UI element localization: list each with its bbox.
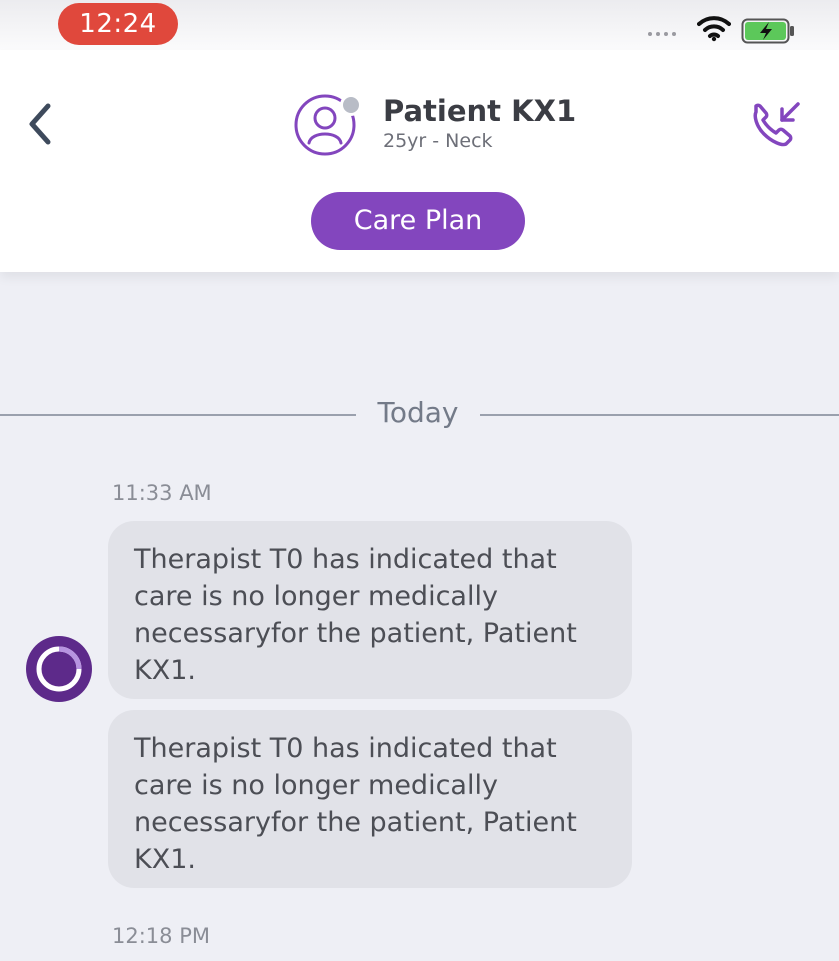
presence-indicator [340,94,362,116]
divider-line [0,414,356,416]
patient-details: 25yr - Neck [383,130,493,152]
conversation-header: Patient KX1 25yr - Neck Care Plan [0,50,839,272]
status-time[interactable]: 12:24 [58,3,178,45]
cellular-signal-icon [648,32,676,36]
date-divider: Today [0,390,839,440]
patient-name: Patient KX1 [383,94,577,128]
back-button[interactable] [22,98,58,150]
message-bubble[interactable]: Therapist T0 has indicated that care is … [108,521,632,699]
message-timestamp: 11:33 AM [112,481,212,505]
wifi-icon [697,16,731,42]
care-plan-button[interactable]: Care Plan [311,192,525,250]
app-logo-icon [26,636,92,702]
divider-line [480,414,839,416]
message-bubble[interactable]: Therapist T0 has indicated that care is … [108,710,632,888]
message-timestamp: 12:18 PM [112,924,210,948]
incoming-call-icon[interactable] [744,98,804,154]
date-divider-label: Today [377,396,459,429]
battery-charging-icon [741,18,794,44]
status-bar: 12:24 [0,0,839,50]
